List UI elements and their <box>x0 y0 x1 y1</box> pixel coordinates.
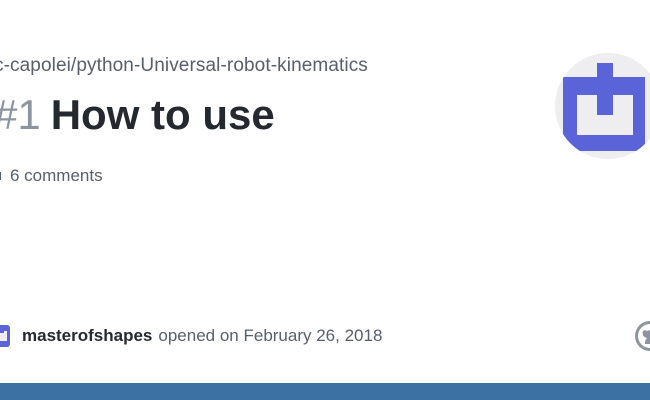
footer-color-bar <box>0 383 650 400</box>
repository-avatar[interactable] <box>555 53 650 159</box>
comment-count[interactable]: 6 comments <box>0 166 103 186</box>
repository-path[interactable]: c-capolei/python-Universal-robot-kinemat… <box>0 55 368 77</box>
issue-number: #1 <box>0 91 41 138</box>
comment-count-label: 6 comments <box>10 166 103 185</box>
issue-author-row: masterofshapes opened on February 26, 20… <box>0 325 382 347</box>
issue-title: How to use <box>50 91 275 138</box>
github-icon[interactable] <box>635 321 650 351</box>
issue-preview-card: c-capolei/python-Universal-robot-kinemat… <box>0 0 650 400</box>
brand-logo-icon <box>563 63 645 151</box>
issue-heading: #1How to use <box>0 88 275 142</box>
user-avatar-icon[interactable] <box>0 325 10 347</box>
opened-date-text: opened on February 26, 2018 <box>158 326 383 345</box>
comment-icon <box>0 172 1 180</box>
author-name[interactable]: masterofshapes <box>22 326 152 346</box>
